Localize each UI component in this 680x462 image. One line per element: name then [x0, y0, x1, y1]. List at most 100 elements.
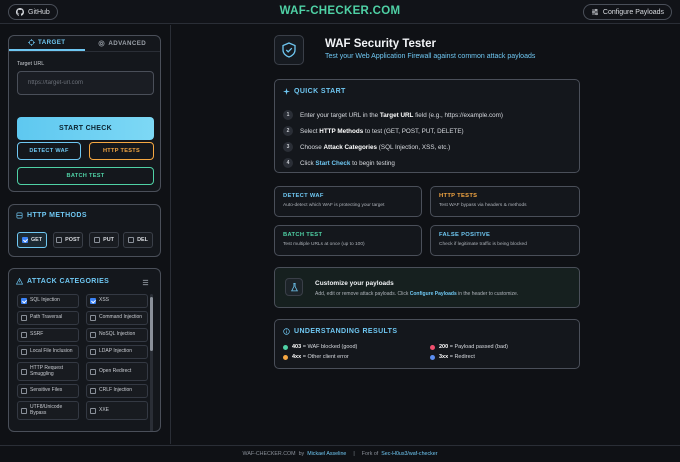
method-del[interactable]: DEL [123, 232, 153, 248]
target-panel: TARGET ADVANCED Target URL START CHECK D… [8, 35, 161, 192]
footer-fork-link[interactable]: Sec-H0us3/waf-checker [381, 451, 437, 457]
quick-start-step: 3 Choose Attack Categories (SQL Injection… [283, 139, 503, 155]
result-code: 4xx [292, 354, 302, 360]
result-code: 200 [439, 344, 449, 350]
page-subtitle: Test your Web Application Firewall again… [325, 53, 536, 60]
gear-icon [98, 40, 105, 47]
feature-title: BATCH TEST [283, 232, 323, 238]
menu-icon[interactable] [142, 279, 149, 286]
step-text-post: (SQL Injection, XSS, etc.) [378, 143, 451, 151]
checkbox-icon [90, 315, 96, 321]
feature-title: FALSE POSITIVE [439, 232, 491, 238]
customize-desc-link[interactable]: Configure Payloads [410, 291, 457, 297]
footer-author-link[interactable]: Mickael Asseline [307, 451, 346, 457]
customize-desc: Add, edit or remove attack payloads. Cli… [315, 291, 518, 297]
result-text: = WAF blocked (good) [301, 344, 358, 350]
step-text-pre: Enter your target URL in the [300, 111, 379, 119]
method-post[interactable]: POST [53, 232, 83, 248]
category-xss[interactable]: XSS [86, 294, 148, 308]
category-open-redirect[interactable]: Open Redirect [86, 362, 148, 381]
target-url-input[interactable] [17, 71, 154, 95]
step-text-pre: Choose [300, 143, 322, 151]
http-tests-button[interactable]: HTTP TESTS [89, 142, 154, 160]
category-label: Local File Inclusion [30, 348, 73, 355]
category-label: Path Traversal [30, 314, 63, 321]
category-http-request-smuggling[interactable]: HTTP Request Smuggling [17, 362, 79, 381]
result-legend-403: 403 = WAF blocked (good) [283, 344, 357, 350]
method-put[interactable]: PUT [89, 232, 119, 248]
category-sensitive-files[interactable]: Sensitive Files [17, 384, 79, 398]
result-text: = Redirect [448, 354, 475, 360]
quick-start-step: 1 Enter your target URL in the Target URL… [283, 107, 503, 123]
feature-title: HTTP TESTS [439, 193, 478, 199]
category-label: NoSQL Injection [99, 331, 136, 338]
status-dot [283, 354, 288, 360]
flask-icon [290, 282, 298, 291]
tab-target[interactable]: TARGET [9, 36, 85, 51]
warning-icon [16, 278, 23, 285]
checkbox-icon [21, 388, 27, 394]
feature-batch-test: BATCH TEST Test multiple URLs at once (u… [274, 225, 422, 256]
category-label: CRLF Injection [99, 387, 133, 394]
step-text-emphasis: Target URL [379, 111, 414, 119]
category-crlf-injection[interactable]: CRLF Injection [86, 384, 148, 398]
checkbox-icon [21, 332, 27, 338]
step-number: 2 [283, 126, 293, 136]
start-check-button[interactable]: START CHECK [17, 117, 154, 140]
checkbox-icon [21, 315, 27, 321]
category-ldap-injection[interactable]: LDAP Injection [86, 345, 148, 359]
checkbox-icon [56, 237, 63, 243]
category-local-file-inclusion[interactable]: Local File Inclusion [17, 345, 79, 359]
categories-scrollbar[interactable] [150, 294, 153, 431]
target-url-label: Target URL [17, 61, 45, 67]
results-card: UNDERSTANDING RESULTS 403 = WAF blocked … [274, 319, 580, 369]
result-text: = Payload passed (bad) [448, 344, 508, 350]
feature-http-tests: HTTP TESTS Test WAF bypass via headers &… [430, 186, 580, 217]
category-label: Command Injection [99, 314, 143, 321]
detect-waf-button[interactable]: DETECT WAF [17, 142, 81, 160]
crosshair-icon [28, 39, 36, 46]
category-xxe[interactable]: XXE [86, 401, 148, 420]
step-text-pre: Select [300, 127, 318, 135]
method-get-label: GET [30, 237, 43, 243]
sparkle-icon [283, 88, 290, 95]
main-content: WAF Security Tester Test your Web Applic… [172, 25, 680, 444]
quick-start-heading: QUICK START [283, 88, 346, 95]
feature-desc: Auto-detect which WAF is protecting your… [283, 203, 385, 208]
step-number: 3 [283, 142, 293, 152]
checkbox-icon [90, 332, 96, 338]
step-text-emphasis: HTTP Methods [319, 127, 364, 135]
feature-desc: Test WAF bypass via headers & methods [439, 203, 527, 208]
checkbox-icon [128, 237, 135, 243]
tab-advanced[interactable]: ADVANCED [85, 36, 161, 51]
step-text-emphasis: Start Check [315, 159, 351, 167]
category-sql-injection[interactable]: SQL Injection [17, 294, 79, 308]
checkbox-icon [94, 237, 101, 243]
category-utf8-unicode-bypass[interactable]: UTF8/Unicode Bypass [17, 401, 79, 420]
server-icon [16, 212, 23, 219]
category-path-traversal[interactable]: Path Traversal [17, 311, 79, 325]
category-label: Sensitive Files [30, 387, 63, 394]
http-methods-title: HTTP METHODS [27, 212, 87, 219]
brand-title: WAF-CHECKER.COM [279, 5, 401, 17]
category-ssrf[interactable]: SSRF [17, 328, 79, 342]
tab-target-label: TARGET [38, 39, 66, 46]
batch-test-button[interactable]: BATCH TEST [17, 167, 154, 185]
category-label: XXE [99, 406, 110, 413]
footer-fork-text: Fork of [361, 451, 379, 457]
result-legend-4xx: 4xx = Other client error [283, 354, 349, 360]
category-nosql-injection[interactable]: NoSQL Injection [86, 328, 148, 342]
category-label: SSRF [30, 331, 44, 338]
footer-brand: WAF-CHECKER.COM [242, 451, 296, 457]
method-get[interactable]: GET [17, 232, 47, 248]
checkbox-icon [21, 407, 27, 414]
feature-false-positive: FALSE POSITIVE Check if legitimate traff… [430, 225, 580, 256]
status-dot [430, 354, 435, 360]
configure-payloads-button[interactable]: Configure Payloads [582, 4, 672, 20]
top-bar: GitHub WAF-CHECKER.COM Configure Payload… [0, 0, 680, 24]
scrollbar-thumb[interactable] [150, 297, 153, 351]
attack-categories-heading: ATTACK CATEGORIES [16, 278, 109, 285]
feature-detect-waf: DETECT WAF Auto-detect which WAF is prot… [274, 186, 422, 217]
feature-title: DETECT WAF [283, 193, 324, 199]
category-command-injection[interactable]: Command Injection [86, 311, 148, 325]
